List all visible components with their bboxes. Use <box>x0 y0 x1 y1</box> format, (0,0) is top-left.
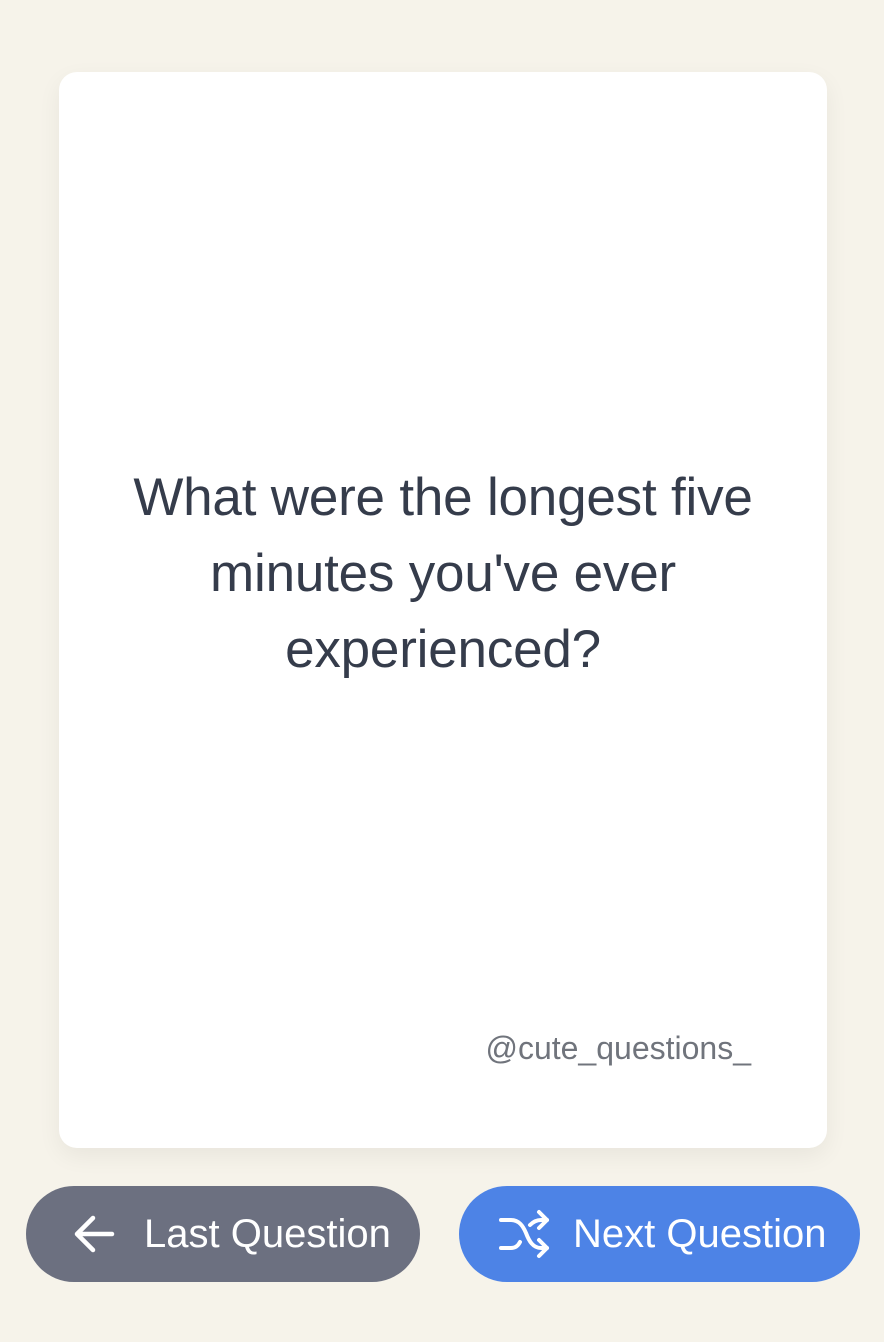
shuffle-icon <box>497 1206 553 1262</box>
question-text: What were the longest five minutes you'v… <box>133 468 753 679</box>
last-question-label: Last Question <box>144 1211 391 1256</box>
arrow-left-icon <box>68 1206 124 1262</box>
next-question-button[interactable]: Next Question <box>459 1186 860 1282</box>
question-card: What were the longest five minutes you'v… <box>59 72 827 1148</box>
author-handle: @cute_questions_ <box>485 1030 751 1066</box>
last-question-button[interactable]: Last Question <box>26 1186 420 1282</box>
next-question-label: Next Question <box>573 1211 827 1256</box>
